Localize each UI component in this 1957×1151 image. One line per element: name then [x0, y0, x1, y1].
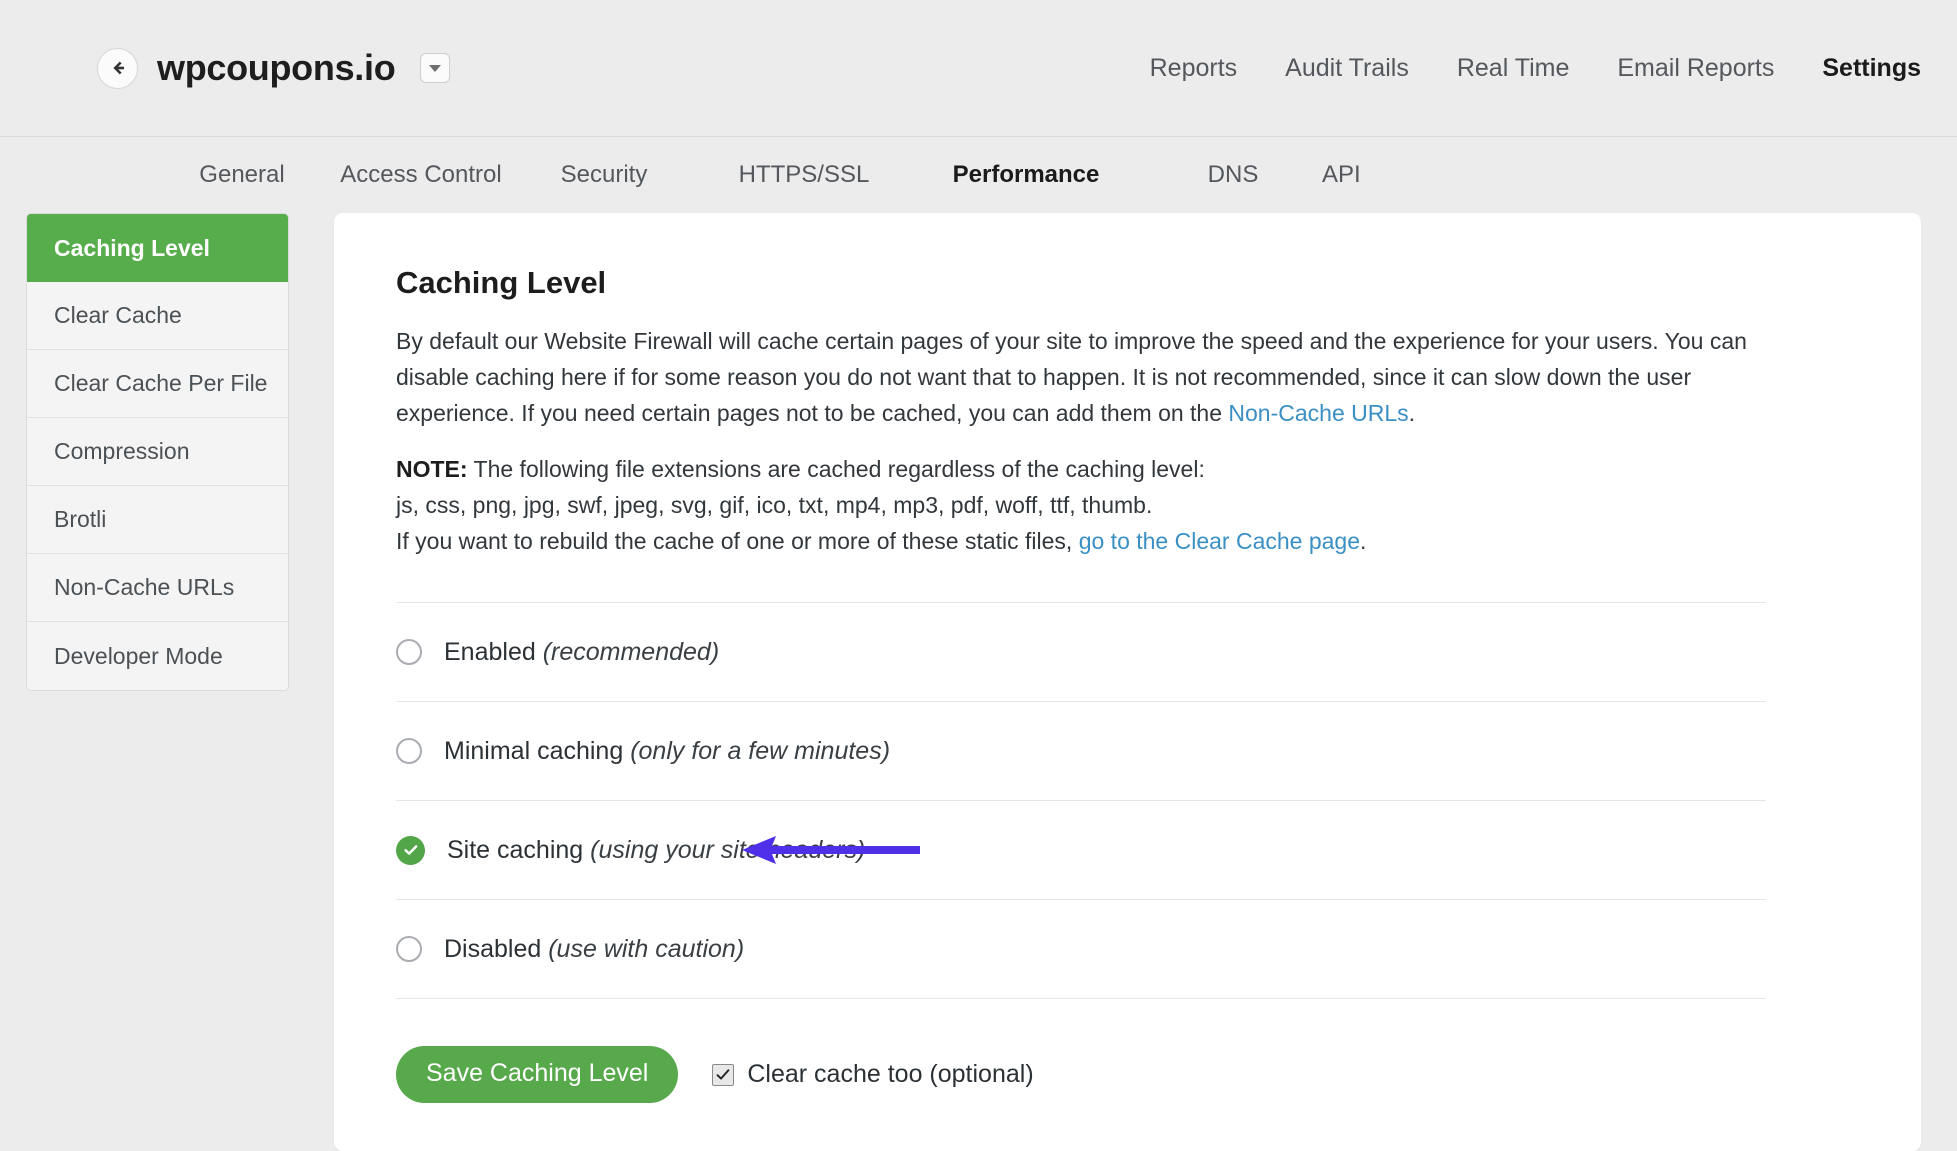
performance-side-menu: Caching Level Clear Cache Clear Cache Pe… [26, 213, 289, 691]
page-title: Caching Level [396, 265, 607, 300]
sidebar-item-caching-level[interactable]: Caching Level [27, 214, 288, 282]
sidebar-item-clear-cache-per-file[interactable]: Clear Cache Per File [27, 350, 288, 418]
back-button[interactable] [97, 47, 138, 89]
chevron-down-icon [429, 64, 442, 72]
tab-access-control[interactable]: Access Control [334, 161, 508, 189]
site-switcher-button[interactable] [420, 53, 451, 83]
save-caching-level-button[interactable]: Save Caching Level [396, 1046, 679, 1103]
caching-level-options: Enabled (recommended) Minimal caching (o… [396, 602, 1766, 999]
option-row-minimal-caching[interactable]: Minimal caching (only for a few minutes) [396, 702, 1766, 801]
option-label-minimal-caching: Minimal caching (only for a few minutes) [444, 737, 890, 766]
option-text-minimal-caching: Minimal caching [444, 736, 624, 765]
nav-item-email-reports[interactable]: Email Reports [1593, 54, 1798, 83]
option-hint-disabled: (use with caution) [548, 934, 745, 963]
nav-item-audit-trails[interactable]: Audit Trails [1261, 54, 1433, 83]
form-actions: Save Caching Level Clear cache too (opti… [396, 1046, 1866, 1103]
tab-security[interactable]: Security [508, 161, 700, 189]
nav-item-reports[interactable]: Reports [1126, 54, 1262, 83]
nav-item-real-time[interactable]: Real Time [1433, 54, 1594, 83]
checkmark-icon [715, 1067, 731, 1083]
sidebar-item-clear-cache[interactable]: Clear Cache [27, 282, 288, 350]
tab-dns[interactable]: DNS [1144, 161, 1322, 189]
tab-api[interactable]: API [1322, 161, 1361, 189]
settings-subtabs: General Access Control Security HTTPS/SS… [0, 137, 1957, 213]
option-text-site-caching: Site caching [447, 835, 584, 864]
nav-item-settings[interactable]: Settings [1798, 54, 1921, 83]
radio-enabled[interactable] [396, 639, 422, 665]
option-hint-site-caching: (using your site headers) [590, 835, 866, 864]
sidebar-item-non-cache-urls[interactable]: Non-Cache URLs [27, 554, 288, 622]
check-icon [402, 841, 420, 859]
clear-cache-too-label: Clear cache too (optional) [747, 1060, 1034, 1088]
radio-minimal-caching[interactable] [396, 738, 422, 764]
arrow-left-icon [107, 57, 129, 79]
content-area: Caching Level Clear Cache Clear Cache Pe… [0, 213, 1957, 1151]
note-rebuild-line: If you want to rebuild the cache of one … [396, 523, 1866, 559]
note-label: NOTE: [396, 456, 468, 482]
tab-performance[interactable]: Performance [908, 161, 1144, 189]
clear-cache-too-checkbox[interactable] [712, 1063, 735, 1086]
sidebar-item-compression[interactable]: Compression [27, 418, 288, 486]
sidebar-item-brotli[interactable]: Brotli [27, 486, 288, 554]
option-hint-enabled: (recommended) [542, 637, 720, 666]
non-cache-urls-link[interactable]: Non-Cache URLs [1228, 400, 1408, 426]
option-label-enabled: Enabled (recommended) [444, 638, 719, 667]
option-row-enabled[interactable]: Enabled (recommended) [396, 603, 1766, 702]
note-text: The following file extensions are cached… [467, 456, 1205, 482]
option-text-disabled: Disabled [444, 934, 542, 963]
option-label-disabled: Disabled (use with caution) [444, 935, 744, 964]
option-row-disabled[interactable]: Disabled (use with caution) [396, 900, 1766, 999]
option-text-enabled: Enabled [444, 637, 536, 666]
caching-level-panel: Caching Level By default our Website Fir… [334, 213, 1921, 1151]
note-block: NOTE: The following file extensions are … [396, 451, 1866, 559]
description-paragraph: By default our Website Firewall will cac… [396, 323, 1796, 431]
radio-site-caching[interactable] [396, 835, 425, 865]
site-title: wpcoupons.io [157, 47, 396, 88]
sidebar-item-developer-mode[interactable]: Developer Mode [27, 622, 288, 690]
description-text-part1: By default our Website Firewall will cac… [396, 328, 1747, 426]
tab-https-ssl[interactable]: HTTPS/SSL [700, 161, 908, 189]
note-rebuild-part1: If you want to rebuild the cache of one … [396, 528, 1079, 554]
radio-disabled[interactable] [396, 936, 422, 962]
brand-group: wpcoupons.io [97, 47, 451, 89]
top-header-bar: wpcoupons.io Reports Audit Trails Real T… [0, 0, 1957, 137]
note-heading-line: NOTE: The following file extensions are … [396, 451, 1866, 487]
option-label-site-caching: Site caching (using your site headers) [447, 836, 865, 865]
description-text-part2: . [1408, 400, 1416, 426]
clear-cache-page-link[interactable]: go to the Clear Cache page [1079, 528, 1360, 554]
primary-nav: Reports Audit Trails Real Time Email Rep… [1126, 54, 1921, 83]
clear-cache-too-option[interactable]: Clear cache too (optional) [712, 1060, 1034, 1089]
option-row-site-caching[interactable]: Site caching (using your site headers) [396, 801, 1766, 900]
note-rebuild-part2: . [1360, 528, 1367, 554]
option-hint-minimal-caching: (only for a few minutes) [630, 736, 891, 765]
note-extensions-line: js, css, png, jpg, swf, jpeg, svg, gif, … [396, 492, 1153, 518]
tab-general[interactable]: General [150, 161, 334, 189]
